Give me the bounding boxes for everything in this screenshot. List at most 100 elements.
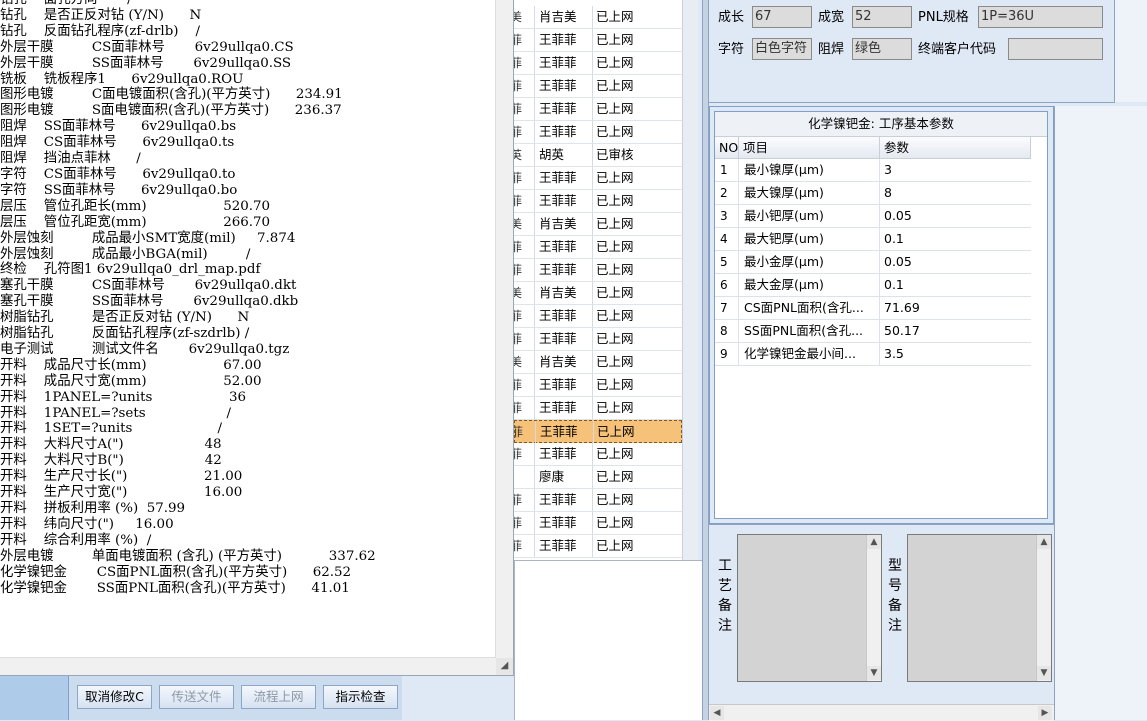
grid-row[interactable]: 廖康 已上网 (514, 466, 682, 489)
solder-mask-color-field[interactable]: 绿色 (852, 38, 912, 60)
grid-cell-partial: 菲 (514, 305, 535, 327)
grid-cell-partial: 菲 (514, 75, 535, 97)
grid-cell-status: 已上网 (596, 124, 634, 139)
grid-vertical-scrollbar[interactable] (682, 0, 699, 560)
text-line: 塞孔干膜 CS面菲林号 6v29ullqa0.dkt (0, 278, 297, 294)
grid-cell-operator: 王菲菲 (535, 535, 593, 557)
grid-row[interactable]: 菲王菲菲已上网 (514, 98, 682, 121)
grid-row[interactable]: 菲王菲菲已上网 (514, 29, 682, 52)
grid-row[interactable]: 菲王菲菲已上网 (514, 535, 682, 558)
resize-grip-icon[interactable]: ◢ (496, 658, 513, 675)
grid-row[interactable]: 菲王菲菲已上网 (514, 420, 682, 443)
col-header-no[interactable]: NO (715, 137, 739, 159)
params-row[interactable]: 7 CS面PNL面积(含孔... 71.69 (715, 297, 1031, 320)
end-customer-code-field[interactable] (1008, 38, 1103, 60)
grid-cell-status: 已上网 (596, 101, 634, 116)
grid-cell-status: 已上网 (596, 239, 634, 254)
params-cell-no: 3 (715, 205, 739, 227)
grid-cell-partial: 菲 (514, 259, 535, 281)
text-line: 开料 生产尺寸宽(") 16.00 (0, 485, 243, 501)
text-line: 外层蚀刻 成品最小BGA(mil) / (0, 246, 251, 262)
grid-row[interactable]: 菲王菲菲已上网 (514, 305, 682, 328)
grid-row[interactable]: 英胡英已审核 (514, 144, 682, 167)
instruction-check-button[interactable]: 指示检查 (323, 685, 398, 709)
params-row[interactable]: 1 最小镍厚(μm) 3 (715, 159, 1031, 182)
grid-row[interactable]: 菲王菲菲已上网 (514, 52, 682, 75)
grid-cell-partial: 菲 (514, 443, 535, 465)
horizontal-scrollbar[interactable] (0, 657, 496, 675)
grid-row[interactable]: 菲王菲菲已上网 (514, 121, 682, 144)
grid-row[interactable]: 美肖吉美已上网 (514, 351, 682, 374)
params-cell-value: 0.1 (884, 277, 904, 292)
grid-cell-operator: 肖吉美 (535, 213, 593, 235)
params-row[interactable]: 3 最小钯厚(um) 0.05 (715, 205, 1031, 228)
flow-online-button[interactable]: 流程上网 (241, 685, 316, 709)
grid-cell-status: 已上网 (596, 55, 634, 70)
grid-cell-status: 已上网 (596, 170, 634, 185)
scroll-up-icon[interactable]: ▲ (867, 535, 881, 549)
text-line: 图形电镀 C面电镀面积(含孔)(平方英寸) 234.91 (0, 87, 343, 103)
grid-row[interactable]: 菲王菲菲已上网 (514, 489, 682, 512)
grid-row[interactable]: 菲王菲菲已上网 (514, 443, 682, 466)
grid-cell-status: 已上网 (596, 492, 634, 507)
grid-row[interactable]: 菲王菲菲已上网 (514, 167, 682, 190)
grid-cell-partial: 菲 (514, 121, 535, 143)
process-remarks-scrollbar[interactable]: ▲ ▼ (866, 535, 881, 681)
grid-row[interactable]: 菲王菲菲已上网 (514, 328, 682, 351)
params-cell-value: 50.17 (884, 323, 920, 338)
params-row[interactable]: 5 最小金厚(μm) 0.05 (715, 251, 1031, 274)
width-field[interactable]: 52 (852, 6, 912, 28)
grid-row[interactable]: 菲王菲菲已上网 (514, 75, 682, 98)
scroll-up-icon[interactable]: ▲ (1037, 535, 1051, 549)
params-row[interactable]: 8 SS面PNL面积(含孔... 50.17 (715, 320, 1031, 343)
grid-row[interactable]: 菲王菲菲已上网 (514, 236, 682, 259)
params-row[interactable]: 6 最大金厚(μm) 0.1 (715, 274, 1031, 297)
text-viewer-window[interactable]: 钻孔 面孔方向 /钻孔 是否正反对钻 (Y/N) N钻孔 反面钻孔程序(zf-d… (0, 0, 514, 676)
grid-row[interactable]: 菲王菲菲已上网 (514, 374, 682, 397)
model-remarks-scrollbar[interactable]: ▲ ▼ (1036, 535, 1051, 681)
record-grid[interactable]: 美肖吉美已上网菲王菲菲已上网菲王菲菲已上网菲王菲菲已上网菲王菲菲已上网菲王菲菲已… (514, 0, 682, 560)
bottom-horizontal-scrollbar[interactable]: ◀ ▶ (709, 704, 1054, 721)
grid-row[interactable]: 美肖吉美已上网 (514, 6, 682, 29)
col-header-value[interactable]: 参数 (880, 137, 1031, 159)
text-line: 开料 纬向尺寸(") 16.00 (0, 516, 174, 532)
grid-row[interactable]: 菲王菲菲已上网 (514, 397, 682, 420)
params-row[interactable]: 2 最大镍厚(μm) 8 (715, 182, 1031, 205)
params-cell-no: 8 (715, 320, 739, 342)
grid-cell-status: 已上网 (596, 400, 634, 415)
params-row[interactable]: 4 最大钯厚(um) 0.1 (715, 228, 1031, 251)
grid-row[interactable]: 菲王菲菲已上网 (514, 512, 682, 535)
scroll-right-icon[interactable]: ▶ (1038, 706, 1052, 720)
panel-splitter[interactable] (702, 0, 709, 720)
params-row[interactable]: 9 化学镍钯金最小间... 3.5 (715, 343, 1031, 366)
text-line: 图形电镀 S面电镀面积(含孔)(平方英寸) 236.37 (0, 103, 342, 119)
character-label: 字符 (718, 42, 745, 57)
pnl-spec-field[interactable]: 1P=36U (978, 6, 1103, 28)
grid-row[interactable]: 美肖吉美已上网 (514, 282, 682, 305)
text-line: 开料 大料尺寸B(") 42 (0, 453, 222, 469)
text-line: 电子测试 测试文件名 6v29ullqa0.tgz (0, 341, 290, 357)
vertical-scrollbar[interactable] (495, 0, 513, 658)
character-color-field[interactable]: 白色字符 (752, 38, 812, 60)
scroll-left-icon[interactable]: ◀ (710, 706, 724, 720)
text-line: 开料 拼板利用率 (%) 57.99 (0, 501, 186, 516)
grid-cell-status: 已上网 (596, 78, 634, 93)
process-remarks-textbox[interactable] (737, 534, 882, 682)
text-line: 终检 孔符图1 6v29ullqa0_drl_map.pdf (0, 262, 261, 278)
text-line: 钻孔 是否正反对钻 (Y/N) N (0, 7, 202, 23)
text-line: 开料 1PANEL=?sets / (0, 405, 231, 421)
grid-row[interactable]: 菲王菲菲已上网 (514, 190, 682, 213)
toolbar-tab[interactable] (0, 676, 69, 720)
scroll-down-icon[interactable]: ▼ (867, 666, 881, 680)
length-field[interactable]: 67 (752, 6, 812, 28)
params-cell-no: 4 (715, 228, 739, 250)
scroll-down-icon[interactable]: ▼ (1037, 666, 1051, 680)
col-header-item[interactable]: 项目 (739, 137, 880, 159)
grid-cell-operator: 王菲菲 (535, 236, 593, 258)
transfer-file-button[interactable]: 传送文件 (159, 685, 234, 709)
grid-row[interactable]: 菲王菲菲已上网 (514, 259, 682, 282)
grid-cell-operator: 王菲菲 (535, 29, 593, 51)
grid-row[interactable]: 美肖吉美已上网 (514, 213, 682, 236)
cancel-edit-button[interactable]: 取消修改C (77, 685, 152, 709)
model-remarks-textbox[interactable] (907, 534, 1052, 682)
